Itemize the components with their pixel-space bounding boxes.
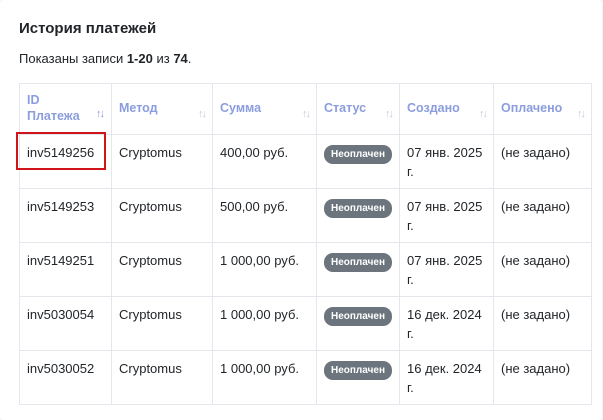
cell-status: Неоплачен: [316, 350, 400, 405]
column-header-paid[interactable]: Оплачено ↑↓: [493, 83, 592, 135]
cell-status: Неоплачен: [316, 188, 400, 243]
cell-status: Неоплачен: [316, 134, 400, 189]
table-row[interactable]: inv5149253 Cryptomus 500,00 руб. Неоплач…: [19, 188, 592, 243]
column-header-label: Сумма: [220, 101, 262, 115]
cell-paid: (не задано): [493, 188, 592, 243]
status-badge: Неоплачен: [324, 145, 393, 164]
status-badge: Неоплачен: [324, 361, 393, 380]
summary-middle: из: [152, 51, 174, 66]
cell-paid: (не задано): [493, 350, 592, 405]
column-header-method[interactable]: Метод ↑↓: [111, 83, 213, 135]
cell-payment-id[interactable]: inv5030052: [19, 350, 112, 405]
cell-status: Неоплачен: [316, 296, 400, 351]
status-badge: Неоплачен: [324, 307, 393, 326]
cell-paid: (не задано): [493, 242, 592, 297]
cell-status: Неоплачен: [316, 242, 400, 297]
column-header-label: Оплачено: [501, 101, 563, 115]
status-badge: Неоплачен: [324, 199, 393, 218]
cell-method: Cryptomus: [111, 188, 213, 243]
records-summary: Показаны записи 1-20 из 74.: [19, 51, 191, 66]
table-row[interactable]: inv5030054 Cryptomus 1 000,00 руб. Неопл…: [19, 296, 592, 351]
cell-amount: 500,00 руб.: [212, 188, 317, 243]
column-header-label: Метод: [119, 101, 158, 115]
cell-amount: 1 000,00 руб.: [212, 350, 317, 405]
cell-created: 07 янв. 2025 г.: [399, 242, 494, 297]
cell-method: Cryptomus: [111, 134, 213, 189]
summary-suffix: .: [187, 51, 192, 66]
column-header-label: ID Платежа: [27, 93, 80, 123]
cell-payment-id[interactable]: inv5149253: [19, 188, 112, 243]
cell-payment-id[interactable]: inv5149256: [19, 134, 112, 189]
cell-payment-id[interactable]: inv5149251: [19, 242, 112, 297]
status-badge: Неоплачен: [324, 253, 393, 272]
column-header-label: Статус: [324, 101, 367, 115]
column-header-status[interactable]: Статус ↑↓: [316, 83, 400, 135]
sort-icon[interactable]: ↑↓: [198, 106, 207, 122]
cell-paid: (не задано): [493, 134, 592, 189]
cell-payment-id[interactable]: inv5030054: [19, 296, 112, 351]
cell-method: Cryptomus: [111, 350, 213, 405]
column-header-label: Создано: [407, 101, 460, 115]
cell-paid: (не задано): [493, 296, 592, 351]
summary-range: 1-20: [126, 51, 153, 66]
column-header-amount[interactable]: Сумма ↑↓: [212, 83, 317, 135]
cell-method: Cryptomus: [111, 242, 213, 297]
cell-amount: 1 000,00 руб.: [212, 296, 317, 351]
sort-icon[interactable]: ↑↓: [577, 106, 586, 122]
page-title: История платежей: [19, 20, 157, 37]
summary-prefix: Показаны записи: [19, 51, 127, 66]
payment-history-card: История платежей Показаны записи 1-20 из…: [0, 0, 602, 420]
cell-method: Cryptomus: [111, 296, 213, 351]
column-header-id[interactable]: ID Платежа ↑↓: [19, 83, 112, 135]
sort-icon[interactable]: ↑↓: [385, 106, 394, 122]
cell-created: 16 дек. 2024 г.: [399, 296, 494, 351]
payments-table-wrapper: ID Платежа ↑↓ Метод ↑↓ Сумма ↑↓ Статус ↑…: [19, 83, 592, 405]
cell-amount: 1 000,00 руб.: [212, 242, 317, 297]
table-row[interactable]: inv5149256 Cryptomus 400,00 руб. Неоплач…: [19, 134, 592, 189]
summary-total: 74: [173, 51, 188, 66]
payments-table: ID Платежа ↑↓ Метод ↑↓ Сумма ↑↓ Статус ↑…: [19, 83, 592, 405]
cell-created: 07 янв. 2025 г.: [399, 134, 494, 189]
table-header-row: ID Платежа ↑↓ Метод ↑↓ Сумма ↑↓ Статус ↑…: [19, 83, 592, 135]
sort-asc-icon[interactable]: ↑↓: [96, 106, 105, 122]
cell-amount: 400,00 руб.: [212, 134, 317, 189]
column-header-created[interactable]: Создано ↑↓: [399, 83, 494, 135]
sort-icon[interactable]: ↑↓: [302, 106, 311, 122]
cell-created: 16 дек. 2024 г.: [399, 350, 494, 405]
table-row[interactable]: inv5149251 Cryptomus 1 000,00 руб. Неопл…: [19, 242, 592, 297]
sort-icon[interactable]: ↑↓: [479, 106, 488, 122]
cell-created: 07 янв. 2025 г.: [399, 188, 494, 243]
table-row[interactable]: inv5030052 Cryptomus 1 000,00 руб. Неопл…: [19, 350, 592, 405]
